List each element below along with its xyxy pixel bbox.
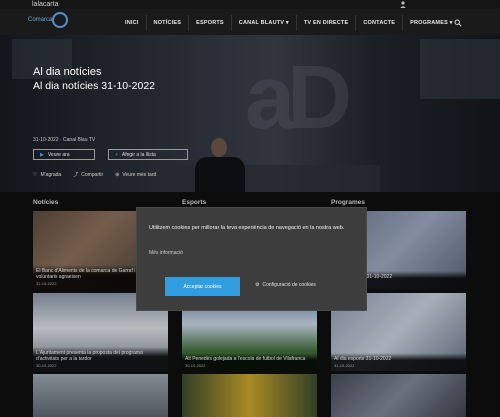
hero-title: Al dia notícies [33, 66, 102, 78]
watch-later-icon: ⊕ [115, 171, 120, 178]
plus-icon: + [115, 151, 118, 158]
cookie-more-info-link[interactable]: Més informació [149, 250, 183, 256]
like-link[interactable]: ♡ M'agrada [33, 171, 61, 178]
top-bar: lalacarta [0, 0, 500, 9]
nav-item-programes[interactable]: PROGRAMES ▾ [402, 15, 460, 31]
heart-icon: ♡ [33, 171, 38, 178]
hero-subtitle: Al dia notícies 31-10-2022 [33, 80, 155, 92]
accept-cookies-button[interactable]: Acceptar cookies [165, 277, 240, 296]
search-icon[interactable] [454, 19, 462, 27]
brand-link[interactable]: lalacarta [32, 1, 58, 8]
hero-banner[interactable]: aD [0, 35, 500, 192]
cookie-settings-link[interactable]: ⚙ Configuració de cookies [255, 282, 316, 288]
cookie-consent-dialog: Utilitzem cookies per millorar la teva e… [136, 207, 367, 311]
add-to-list-label: Afegir a la llista [121, 151, 156, 158]
logo-text: Comarca [28, 17, 53, 23]
watch-later-link[interactable]: ⊕ Veure més tard [115, 171, 156, 178]
share-link[interactable]: ⤴ Compartir [73, 171, 104, 179]
nav-item-esports[interactable]: ESPORTS [188, 15, 231, 31]
hero-actions: ♡ M'agrada ⤴ Compartir ⊕ Veure més tard [33, 171, 156, 179]
watch-later-label: Veure més tard [122, 171, 157, 178]
hero-overlay [0, 35, 500, 192]
nav-item-inici[interactable]: INICI [118, 15, 146, 31]
nav-menu: INICI NOTÍCIES ESPORTS CANAL BLAUTV ▾ TV… [118, 15, 460, 31]
play-button[interactable]: ▶ Veure ara [33, 149, 95, 160]
nav-item-tv-directe[interactable]: TV EN DIRECTE [295, 15, 355, 31]
hero-meta: 31-10-2022 · Canal Blau TV [33, 137, 96, 143]
nav-item-noticies[interactable]: NOTÍCIES [145, 15, 189, 31]
nav-item-canal-blautv[interactable]: CANAL BLAUTV ▾ [230, 15, 296, 31]
user-icon[interactable] [400, 1, 406, 8]
gear-icon: ⚙ [255, 282, 260, 288]
site-logo[interactable]: Comarca [28, 12, 72, 32]
play-icon: ▶ [40, 151, 44, 158]
cookie-message: Utilitzem cookies per millorar la teva e… [149, 225, 345, 231]
share-label: Compartir [81, 171, 104, 178]
add-to-list-button[interactable]: + Afegir a la llista [108, 149, 188, 160]
cookie-settings-label: Configuració de cookies [262, 282, 316, 288]
play-button-label: Veure ara [47, 151, 70, 158]
logo-emblem-icon [52, 12, 68, 28]
like-label: M'agrada [40, 171, 62, 178]
share-icon: ⤴ [73, 172, 79, 178]
nav-item-contacte[interactable]: CONTACTE [355, 15, 402, 31]
